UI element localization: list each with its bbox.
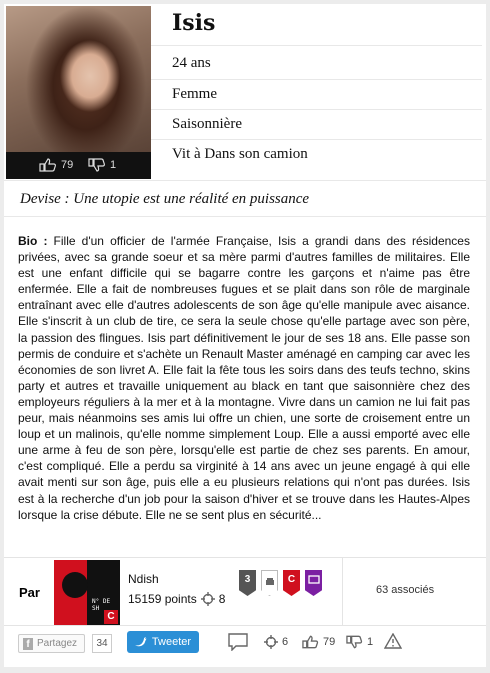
author-points: 15159 points: [128, 592, 197, 606]
vote-down-count: 1: [110, 159, 117, 171]
profile-bio: Bio : Fille d'un officier de l'armée Fra…: [18, 233, 470, 523]
share-label: Partagez: [37, 638, 78, 649]
badge-c[interactable]: C: [283, 570, 300, 596]
avatar-c-logo: C: [104, 610, 118, 624]
target-count: 6: [282, 636, 289, 648]
author-avatar[interactable]: N° DE SH C: [54, 560, 120, 626]
target-icon: [264, 635, 278, 649]
vote-down[interactable]: 1: [88, 158, 116, 172]
author-badges: 3 C: [239, 570, 322, 596]
like-button[interactable]: 79: [302, 635, 335, 649]
thumbs-up-icon: [302, 635, 319, 649]
bio-label: Bio :: [18, 234, 48, 248]
tv-icon: [307, 575, 320, 584]
divider: [151, 109, 482, 110]
profile-location: Vit à Dans son camion: [172, 146, 308, 162]
profile-gender: Femme: [172, 86, 217, 102]
facebook-icon: f: [23, 637, 33, 650]
report-button[interactable]: [384, 633, 402, 649]
share-count: 34: [92, 634, 112, 653]
profile-job: Saisonnière: [172, 116, 242, 132]
badge-fist-icon[interactable]: [261, 570, 278, 596]
fist-icon: [265, 578, 274, 585]
author-par-label: Par: [19, 585, 40, 600]
divider: [4, 180, 486, 181]
avatar-figure: [62, 572, 88, 598]
author-target-count: 8: [218, 592, 226, 606]
dislike-count: 1: [367, 636, 374, 648]
author-associates[interactable]: 63 associés: [376, 584, 434, 596]
author-username[interactable]: Ndish: [128, 572, 159, 586]
profile-photo[interactable]: [6, 6, 151, 152]
like-count: 79: [323, 636, 336, 648]
tweet-label: Tweeter: [151, 636, 192, 648]
divider: [151, 79, 482, 80]
thumbs-up-icon: [39, 158, 56, 172]
profile-devise: Devise : Une utopie est une réalité en p…: [20, 191, 310, 207]
twitter-bird-icon: [134, 637, 147, 647]
profile-age: 24 ans: [172, 55, 211, 71]
vote-bar: 79 1: [6, 152, 151, 179]
thumbs-down-icon: [346, 635, 363, 649]
bio-text: Fille d'un officier de l'armée Française…: [18, 234, 470, 522]
target-icon: [200, 592, 215, 606]
divider: [151, 139, 482, 140]
badge-tv-icon[interactable]: [305, 570, 322, 596]
author-section: Par N° DE SH C Ndish 15159 points 8 3 C …: [4, 557, 486, 626]
profile-name: Isis: [172, 10, 216, 36]
comment-button[interactable]: [228, 633, 248, 651]
comment-icon: [228, 633, 248, 651]
vote-up-count: 79: [61, 159, 74, 171]
author-points-row: 15159 points 8: [128, 592, 225, 606]
thumbs-down-icon: [88, 158, 105, 172]
divider: [342, 558, 343, 626]
warning-icon: [384, 633, 402, 649]
facebook-share-button[interactable]: f Partagez: [18, 634, 85, 653]
divider: [4, 216, 486, 217]
target-stat[interactable]: 6: [264, 635, 288, 649]
dislike-button[interactable]: 1: [346, 635, 373, 649]
footer-bar: f Partagez 34 Tweeter 6 79 1: [4, 625, 486, 668]
divider: [151, 45, 482, 46]
vote-up[interactable]: 79: [39, 158, 73, 172]
tweet-button[interactable]: Tweeter: [127, 631, 199, 653]
badge-level[interactable]: 3: [239, 570, 256, 596]
